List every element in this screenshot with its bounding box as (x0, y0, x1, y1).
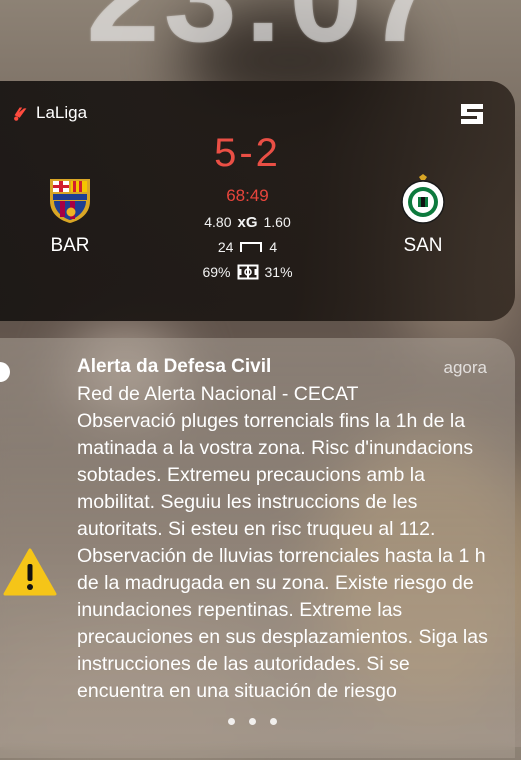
notification-time: agora (443, 358, 487, 377)
live-activity-card[interactable]: LaLiga BAR 5-2 68:49 4.80 xG 1.60 24 4 6… (0, 81, 515, 321)
home-team-abbr: BAR (50, 235, 90, 256)
xg-away: 1.60 (263, 214, 291, 230)
shots-away: 4 (269, 239, 278, 255)
page-dot (249, 718, 256, 725)
notification-edge-dot (0, 362, 10, 382)
warning-icon (3, 548, 57, 596)
notification-body: Red de Alerta Nacional - CECAT Observaci… (77, 383, 488, 702)
away-team-abbr: SAN (403, 235, 443, 256)
match-score: 5-2 (214, 131, 281, 175)
away-team: SAN (368, 173, 478, 257)
racing-santander-crest-icon (401, 174, 445, 224)
fc-barcelona-crest-icon (50, 179, 90, 223)
possession-away: 31% (264, 264, 293, 280)
shots-home: 24 (217, 239, 234, 255)
match-minute: 68:49 (226, 186, 269, 205)
possession-row: 69% 31% (160, 263, 335, 281)
possession-home: 69% (202, 264, 231, 280)
match-center: 5-2 68:49 4.80 xG 1.60 24 4 69% 31% (160, 133, 335, 281)
league-label: LaLiga (12, 103, 87, 123)
league-name: LaLiga (36, 103, 88, 122)
shots-row: 24 4 (160, 238, 335, 256)
home-team: BAR (15, 173, 125, 257)
page-dot (270, 718, 277, 725)
emergency-alert-notification[interactable]: Alerta da Defesa Civil agora Red de Aler… (0, 338, 515, 758)
page-indicator (228, 718, 277, 725)
pitch-icon (237, 264, 258, 280)
lock-screen-clock: 23:07 (30, 0, 500, 62)
laliga-logo-icon (14, 107, 27, 121)
goal-icon (240, 242, 263, 252)
page-dot (228, 718, 235, 725)
app-logo-icon (461, 104, 483, 124)
xg-row: 4.80 xG 1.60 (160, 213, 335, 231)
xg-label: xG (237, 213, 258, 231)
notification-title: Alerta da Defesa Civil (77, 356, 272, 377)
xg-home: 4.80 (204, 214, 232, 230)
